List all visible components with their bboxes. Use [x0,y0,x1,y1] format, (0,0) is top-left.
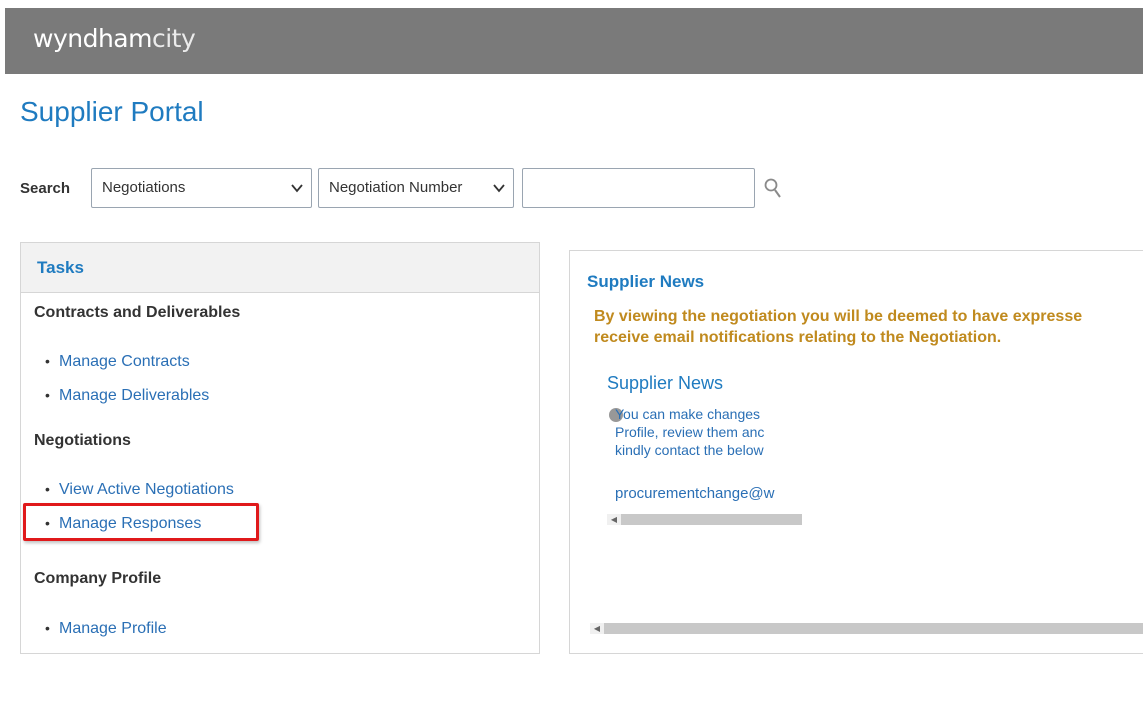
inner-news-body: You can make changes Profile, review the… [615,405,802,459]
negotiation-notice: By viewing the negotiation you will be d… [594,306,1143,348]
tasks-panel: Tasks Contracts and Deliverables Manage … [20,242,540,654]
highlight-box [23,503,259,541]
inner-line-1: You can make changes [615,406,761,422]
inner-news-frame[interactable]: Supplier News You can make changes Profi… [607,373,802,533]
supplier-news-title: Supplier News [587,272,705,291]
search-label: Search [20,180,71,197]
inner-horizontal-scrollbar[interactable]: ◀ [607,514,802,525]
search-category-select[interactable]: Negotiations [91,168,312,208]
manage-deliverables-link[interactable]: Manage Deliverables [45,387,209,405]
wyndham-city-logo[interactable]: wyndhamcity [33,24,196,53]
tasks-title: Tasks [37,258,84,277]
procurement-email-link[interactable]: procurementchange@w [615,485,774,502]
section-company-profile: Company Profile [34,570,162,587]
section-contracts-deliverables: Contracts and Deliverables [34,304,241,321]
inner-line-2: Profile, review them anc [615,424,765,440]
manage-contracts-link[interactable]: Manage Contracts [45,353,190,371]
brand-bold: wyndham [33,24,152,53]
manage-profile-link[interactable]: Manage Profile [45,620,167,638]
notice-line-2: receive email notifications relating to … [594,329,1002,346]
brand-light: city [151,24,196,53]
tasks-header: Tasks [21,243,539,293]
page-title: Supplier Portal [20,96,204,127]
supplier-news-panel: Supplier News By viewing the negotiation… [569,250,1143,654]
top-banner: wyndhamcity [5,8,1143,74]
search-field-value: Negotiation Number [329,179,463,196]
search-field-select[interactable]: Negotiation Number [318,168,514,208]
search-input[interactable] [522,168,755,208]
view-active-negotiations-link[interactable]: View Active Negotiations [45,481,234,499]
search-icon[interactable] [762,176,786,200]
scroll-left-icon[interactable]: ◀ [590,623,604,634]
scroll-left-icon[interactable]: ◀ [607,514,621,525]
section-negotiations: Negotiations [34,432,131,449]
chevron-down-icon [493,169,505,221]
search-category-value: Negotiations [102,179,186,196]
notice-line-1: By viewing the negotiation you will be d… [594,308,1083,325]
inner-news-title: Supplier News [607,373,724,393]
inner-line-3: kindly contact the below [615,442,764,458]
news-horizontal-scrollbar[interactable]: ◀ [590,623,1143,634]
chevron-down-icon [291,169,303,221]
